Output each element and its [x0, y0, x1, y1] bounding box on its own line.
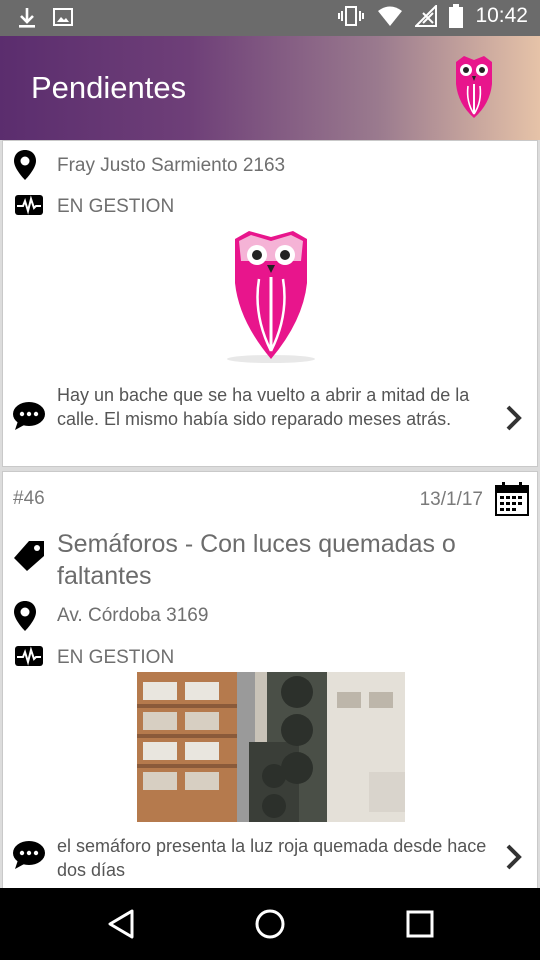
location-pin-icon [14, 601, 36, 631]
comment-icon [13, 841, 45, 869]
battery-icon [449, 4, 464, 28]
address-row: Av. Córdoba 3169 [3, 600, 539, 634]
status-text: EN GESTION [57, 647, 175, 668]
home-icon[interactable] [254, 908, 286, 940]
back-icon[interactable] [106, 908, 138, 940]
navigation-bar [0, 888, 540, 960]
vibrate-icon [338, 6, 365, 26]
tag-icon [14, 541, 44, 571]
image-icon [53, 8, 73, 26]
report-number: #46 [13, 488, 45, 509]
page-title: Pendientes [31, 70, 187, 105]
address-row: Fray Justo Sarmiento 2163 [3, 149, 539, 183]
activity-icon [15, 646, 43, 666]
owl-placeholder-icon [227, 231, 315, 363]
chevron-right-icon[interactable] [505, 844, 523, 870]
traffic-light-photo [137, 672, 405, 822]
description-row[interactable]: el semáforo presenta la luz roja quemada… [3, 832, 539, 888]
address-text: Fray Justo Sarmiento 2163 [57, 155, 286, 176]
address-text: Av. Córdoba 3169 [57, 605, 209, 626]
clock: 10:42 [475, 4, 528, 27]
recents-icon[interactable] [404, 908, 436, 940]
description-text: Hay un bache que se ha vuelto a abrir a … [57, 385, 470, 429]
wifi-icon [378, 6, 403, 26]
pending-list[interactable]: Fray Justo Sarmiento 2163 EN GESTION Hay… [0, 140, 540, 888]
location-pin-icon [14, 150, 36, 180]
report-date: 13/1/17 [419, 489, 483, 510]
description-row[interactable]: Hay un bache que se ha vuelto a abrir a … [3, 383, 539, 459]
chevron-right-icon[interactable] [505, 405, 523, 431]
description-text: el semáforo presenta la luz roja quemada… [57, 836, 487, 880]
report-card[interactable]: #46 13/1/17 Semáforos - Con luces quemad… [2, 471, 538, 888]
download-icon [19, 8, 35, 28]
category-title: Semáforos - Con luces quemadas o faltant… [57, 530, 456, 590]
owl-logo-icon[interactable] [452, 54, 496, 125]
app-bar: Pendientes [0, 36, 540, 140]
report-image[interactable] [137, 672, 405, 822]
activity-icon [15, 195, 43, 215]
report-image[interactable] [221, 227, 321, 367]
no-signal-icon [415, 5, 438, 27]
status-text: EN GESTION [57, 196, 175, 217]
status-row: EN GESTION [3, 642, 539, 672]
status-row: EN GESTION [3, 191, 539, 221]
report-card[interactable]: Fray Justo Sarmiento 2163 EN GESTION Hay… [2, 140, 538, 467]
comment-icon [13, 402, 45, 430]
status-bar: 10:42 [0, 0, 540, 36]
calendar-icon[interactable] [495, 482, 529, 516]
